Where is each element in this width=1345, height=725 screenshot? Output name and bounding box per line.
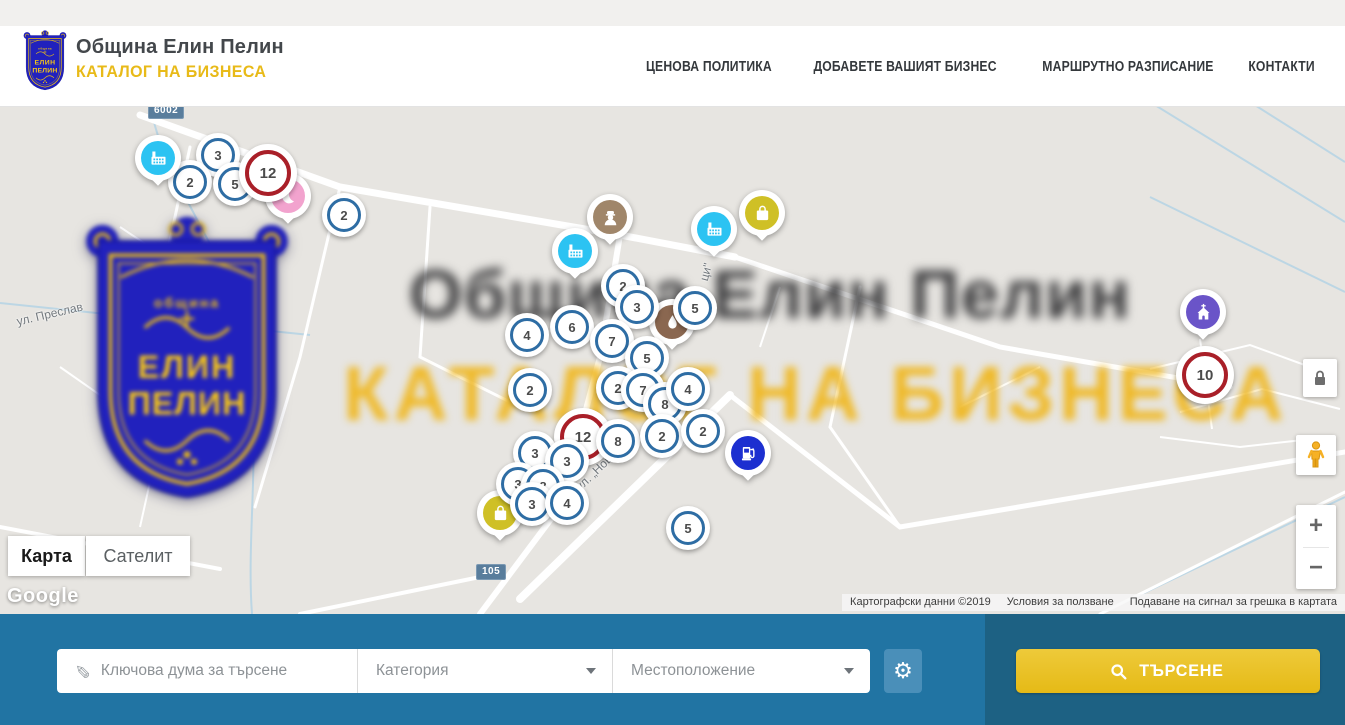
chevron-down-icon [586, 668, 596, 674]
map-type-map-button[interactable]: Карта [8, 536, 85, 576]
cluster-count: 12 [245, 150, 291, 196]
category-dropdown[interactable]: Категория [358, 649, 612, 693]
category-placeholder: Категория [376, 662, 448, 680]
cluster-marker[interactable]: 2 [508, 368, 552, 412]
cluster-count: 4 [671, 372, 705, 406]
search-fields-row: ✎ Категория Местоположение [57, 649, 870, 693]
google-map[interactable]: 32512223567452278412822333834510 6002105… [0, 107, 1345, 614]
nav-item-add-business[interactable]: ДОБАВЕТЕ ВАШИЯТ БИЗНЕС [813, 59, 996, 75]
location-dropdown[interactable]: Местоположение [613, 649, 870, 693]
title-block: Община Елин Пелин КАТАЛОГ НА БИЗНЕСА [76, 36, 284, 82]
road-badge: 105 [476, 564, 506, 580]
google-logo[interactable]: Google [7, 585, 79, 608]
cluster-count: 10 [1182, 352, 1228, 398]
zoom-control: + − [1296, 505, 1336, 589]
factory-icon [558, 234, 592, 268]
nav-item-pricing[interactable]: ЦЕНОВА ПОЛИТИКА [646, 59, 772, 75]
watermark-title-line1: Община Елин Пелин [330, 255, 1210, 334]
attribution-copyright: Картографски данни ©2019 [850, 596, 991, 608]
road-badge: 6002 [148, 107, 184, 119]
business-pin-marker[interactable] [134, 134, 182, 196]
cluster-marker[interactable]: 2 [322, 193, 366, 237]
fuel-icon [731, 436, 765, 470]
map-attribution: Картографски данни ©2019 Условия за полз… [842, 594, 1345, 611]
window-top-strip [0, 0, 1345, 26]
cluster-count: 5 [678, 291, 712, 325]
lock-icon [1312, 369, 1328, 387]
factory-icon [141, 141, 175, 175]
nav-item-contacts[interactable]: КОНТАКТИ [1248, 59, 1314, 75]
pegman-icon [1307, 441, 1325, 469]
cluster-marker[interactable]: 12 [239, 144, 297, 202]
watermark-title-line2: КАТАЛОГ НА БИЗНЕСА [343, 350, 1197, 439]
page: Община Елин Пелин КАТАЛОГ НА БИЗНЕСА ЦЕН… [0, 0, 1345, 725]
cluster-marker[interactable]: 6 [550, 305, 594, 349]
cluster-count: 4 [510, 318, 544, 352]
cluster-marker[interactable]: 5 [666, 506, 710, 550]
terms-link[interactable]: Условия за ползване [1007, 596, 1114, 608]
cluster-count: 8 [601, 424, 635, 458]
search-button[interactable]: ТЪРСЕНЕ [1016, 649, 1320, 693]
zoom-out-button[interactable]: − [1296, 548, 1336, 590]
cluster-count: 7 [595, 324, 629, 358]
business-pin-marker[interactable] [724, 429, 772, 491]
cluster-marker[interactable]: 2 [681, 409, 725, 453]
bag-icon [745, 196, 779, 230]
cluster-count: 5 [671, 511, 705, 545]
search-icon [1110, 663, 1127, 680]
zoom-in-button[interactable]: + [1296, 505, 1336, 547]
watermark-crest [84, 215, 290, 507]
report-error-link[interactable]: Подаване на сигнал за грешка в картата [1130, 596, 1337, 608]
cluster-marker[interactable]: 4 [666, 367, 710, 411]
site-subtitle: КАТАЛОГ НА БИЗНЕСА [76, 62, 271, 82]
cluster-marker[interactable]: 4 [505, 313, 549, 357]
cluster-count: 2 [645, 419, 679, 453]
business-pin-marker[interactable] [1179, 288, 1227, 350]
gear-icon: ⚙ [893, 660, 913, 682]
cluster-marker[interactable]: 8 [596, 419, 640, 463]
pencil-icon: ✎ [69, 663, 92, 679]
cluster-count: 4 [550, 486, 584, 520]
keyword-field[interactable]: ✎ [57, 649, 357, 693]
cluster-marker[interactable]: 5 [673, 286, 717, 330]
search-bar: ✎ Категория Местоположение ⚙ ТЪРСЕНЕ [0, 614, 1345, 725]
business-pin-marker[interactable] [690, 205, 738, 267]
site-title: Община Елин Пелин [76, 36, 284, 59]
municipality-crest-logo[interactable] [22, 30, 68, 92]
cluster-marker[interactable]: 10 [1176, 346, 1234, 404]
cluster-count: 2 [327, 198, 361, 232]
cluster-count: 6 [555, 310, 589, 344]
chevron-down-icon [844, 668, 854, 674]
map-type-control: Карта Сателит [8, 536, 190, 576]
search-button-label: ТЪРСЕНЕ [1139, 661, 1223, 681]
business-pin-marker[interactable] [551, 227, 599, 289]
nav-item-route-schedule[interactable]: МАРШРУТНО РАЗПИСАНИЕ [1042, 59, 1213, 75]
cluster-count: 2 [686, 414, 720, 448]
cluster-count: 3 [620, 290, 654, 324]
map-type-satellite-button[interactable]: Сателит [86, 536, 190, 576]
lock-control[interactable] [1303, 359, 1337, 397]
cluster-marker[interactable]: 4 [545, 481, 589, 525]
main-nav: ЦЕНОВА ПОЛИТИКА ДОБАВЕТЕ ВАШИЯТ БИЗНЕС М… [634, 26, 1321, 107]
cluster-count: 3 [515, 487, 549, 521]
location-placeholder: Местоположение [631, 662, 755, 680]
keyword-input[interactable] [101, 662, 357, 680]
business-pin-marker[interactable] [738, 189, 786, 251]
advanced-settings-button[interactable]: ⚙ [884, 649, 922, 693]
cluster-marker[interactable]: 2 [640, 414, 684, 458]
church-icon [1186, 295, 1220, 329]
site-header: Община Елин Пелин КАТАЛОГ НА БИЗНЕСА ЦЕН… [0, 26, 1345, 107]
factory-icon [697, 212, 731, 246]
cluster-count: 2 [513, 373, 547, 407]
street-view-pegman[interactable] [1296, 435, 1336, 475]
